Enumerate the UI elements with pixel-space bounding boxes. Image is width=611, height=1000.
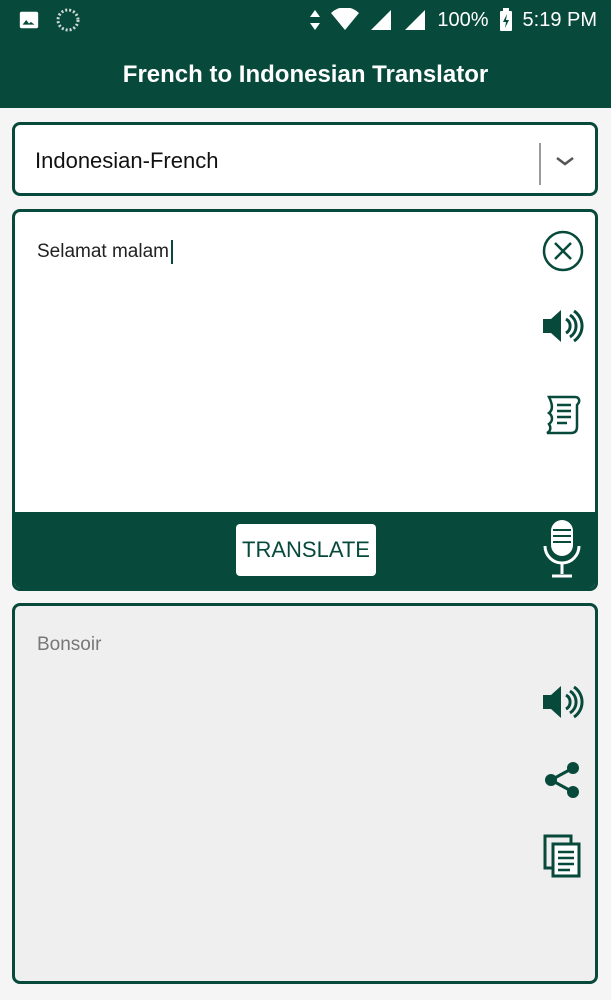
language-select[interactable]: Indonesian-French	[12, 122, 598, 196]
speak-input-button[interactable]	[540, 303, 586, 349]
speaker-icon	[543, 309, 584, 343]
battery-icon	[499, 8, 512, 31]
battery-percent: 100%	[437, 8, 489, 31]
speaker-icon	[543, 685, 584, 719]
mic-icon[interactable]	[539, 518, 585, 582]
clock: 5:19 PM	[522, 8, 597, 31]
chevron-down-icon[interactable]	[553, 149, 577, 173]
translate-button[interactable]: TRANSLATE	[236, 524, 376, 576]
arrows-icon	[310, 10, 321, 30]
sync-icon	[56, 8, 80, 32]
clear-button[interactable]	[540, 228, 586, 274]
select-divider	[539, 143, 541, 185]
app-title: French to Indonesian Translator	[122, 61, 489, 88]
status-bar: 100% 5:19 PM	[0, 0, 611, 42]
copy-icon	[543, 834, 581, 878]
input-card: Selamat malam TRANSLATE	[12, 209, 598, 591]
scroll-icon	[546, 395, 581, 435]
input-text: Selamat malam	[37, 241, 169, 262]
text-caret	[171, 240, 173, 264]
output-text: Bonsoir	[37, 634, 102, 655]
share-button[interactable]	[540, 757, 586, 803]
signal-icon	[371, 10, 392, 30]
share-icon	[545, 762, 579, 798]
output-card: Bonsoir	[12, 603, 598, 984]
image-icon	[19, 11, 39, 29]
clear-icon	[542, 230, 584, 272]
copy-button[interactable]	[540, 833, 586, 879]
speak-output-button[interactable]	[540, 679, 586, 725]
input-text-field[interactable]: Selamat malam	[37, 240, 173, 264]
app-bar: French to Indonesian Translator	[0, 42, 611, 108]
wifi-icon	[331, 8, 360, 30]
signal-icon	[405, 10, 426, 30]
input-action-bar: TRANSLATE	[15, 512, 595, 588]
language-select-value: Indonesian-French	[35, 148, 219, 173]
scroll-button[interactable]	[540, 390, 586, 436]
